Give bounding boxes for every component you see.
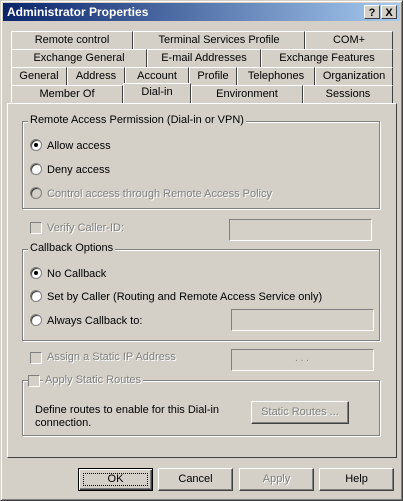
tab-general[interactable]: General — [11, 67, 67, 85]
policy-access-radio — [30, 187, 42, 199]
verify-caller-id-checkbox — [30, 222, 42, 234]
tab-email-addresses[interactable]: E-mail Addresses — [147, 49, 261, 67]
tab-member-of[interactable]: Member Of — [11, 85, 123, 103]
tab-organization[interactable]: Organization — [315, 67, 393, 85]
allow-access-radio[interactable] — [30, 139, 42, 151]
always-callback-radio[interactable] — [30, 314, 42, 326]
apply-button: Apply — [239, 468, 314, 491]
verify-caller-id-field — [229, 219, 372, 241]
window-title: Administrator Properties — [7, 5, 149, 19]
static-ip-value: . . . — [295, 353, 309, 364]
cancel-label: Cancel — [178, 473, 213, 485]
static-routes-button: Static Routes ... — [251, 401, 349, 424]
help-button[interactable]: Help — [319, 468, 394, 491]
deny-access-radio[interactable] — [30, 163, 42, 175]
close-button[interactable]: X — [381, 5, 397, 19]
set-by-caller-label: Set by Caller (Routing and Remote Access… — [47, 291, 323, 303]
tab-dial-in[interactable]: Dial-in — [123, 83, 191, 103]
tab-environment[interactable]: Environment — [191, 85, 303, 103]
callback-number-field — [231, 309, 374, 331]
focus-rect — [83, 473, 148, 486]
static-routes-button-label: Static Routes ... — [261, 406, 339, 418]
callback-group-title: Callback Options — [28, 242, 116, 254]
tab-com-plus[interactable]: COM+ — [305, 31, 393, 49]
help-title-button[interactable]: ? — [364, 5, 380, 19]
no-callback-radio[interactable] — [30, 267, 42, 279]
static-routes-description-2: connection. — [35, 417, 92, 429]
tab-sessions[interactable]: Sessions — [303, 85, 393, 103]
tab-exchange-general[interactable]: Exchange General — [11, 49, 147, 67]
tab-terminal-services-profile[interactable]: Terminal Services Profile — [133, 31, 305, 49]
cancel-button[interactable]: Cancel — [158, 468, 233, 491]
title-bar: Administrator Properties ? X — [3, 3, 400, 21]
tab-remote-control[interactable]: Remote control — [11, 31, 133, 49]
static-routes-description-1: Define routes to enable for this Dial-in — [35, 404, 220, 416]
tab-telephones[interactable]: Telephones — [237, 67, 315, 85]
policy-access-label: Control access through Remote Access Pol… — [47, 188, 272, 200]
set-by-caller-radio[interactable] — [30, 290, 42, 302]
static-routes-checkbox — [28, 375, 40, 387]
remote-access-group-title: Remote Access Permission (Dial-in or VPN… — [28, 114, 246, 126]
tab-exchange-features[interactable]: Exchange Features — [261, 49, 393, 67]
static-ip-label: Assign a Static IP Address — [47, 351, 176, 363]
verify-caller-id-label: Verify Caller-ID: — [47, 222, 125, 234]
deny-access-label: Deny access — [47, 164, 110, 176]
help-label: Help — [345, 473, 368, 485]
static-routes-label: Apply Static Routes — [43, 374, 143, 386]
properties-window: Administrator Properties ? X Remote cont… — [0, 0, 403, 501]
no-callback-label: No Callback — [47, 268, 107, 280]
tab-address[interactable]: Address — [67, 67, 125, 85]
allow-access-label: Allow access — [47, 140, 111, 152]
static-ip-field: . . . — [231, 349, 374, 371]
apply-label: Apply — [262, 473, 291, 485]
static-ip-checkbox — [30, 352, 42, 364]
ok-button[interactable]: OK — [78, 468, 153, 491]
tab-profile[interactable]: Profile — [189, 67, 237, 85]
always-callback-label: Always Callback to: — [47, 315, 143, 327]
